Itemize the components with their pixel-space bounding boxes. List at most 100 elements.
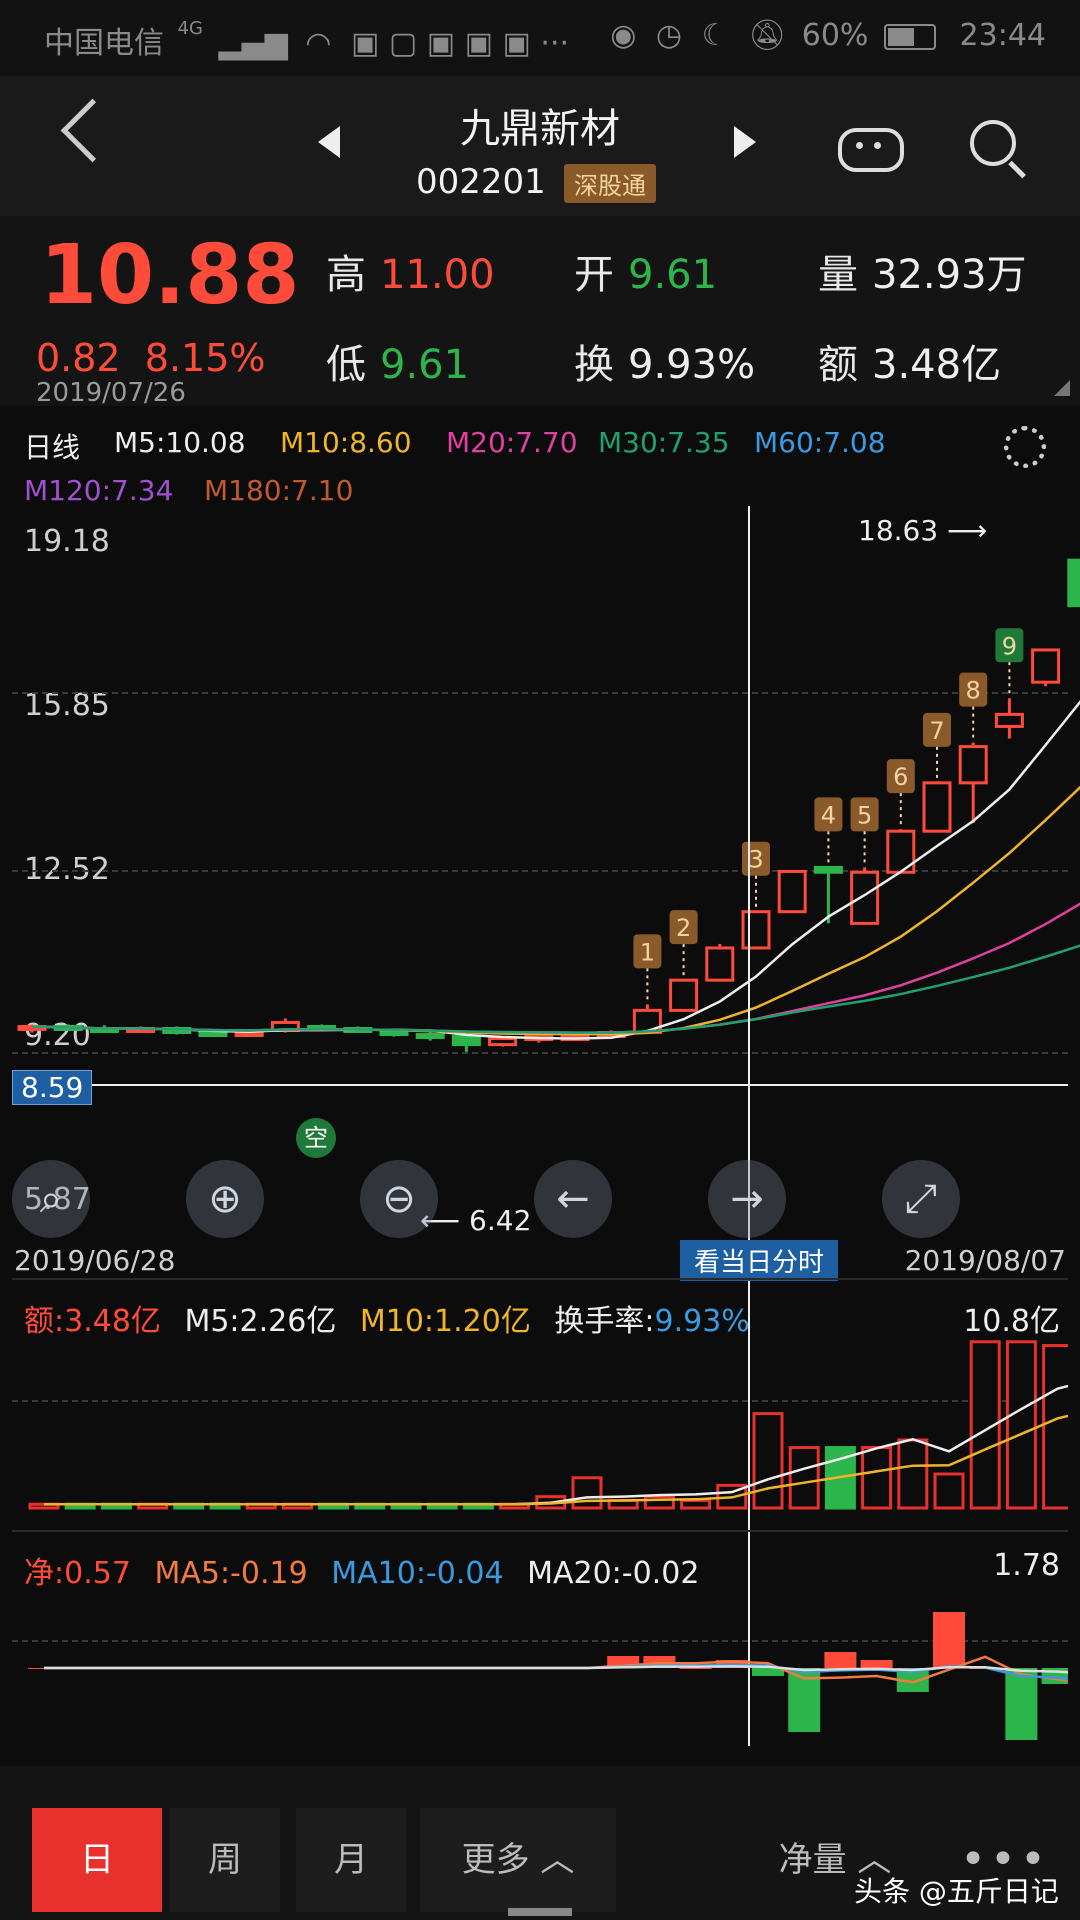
clock: 23:44 bbox=[959, 18, 1046, 53]
candle-body bbox=[451, 1035, 481, 1047]
signal-icon: ▂▄▆ bbox=[218, 26, 288, 61]
ma-label-3: M30:7.35 bbox=[598, 426, 730, 459]
high-label: 高 bbox=[326, 252, 366, 298]
stock-connect-badge[interactable]: 深股通 bbox=[564, 164, 656, 203]
chevron-up-icon: ︿ bbox=[540, 1840, 575, 1880]
candle-body bbox=[777, 869, 807, 914]
volume-bar bbox=[571, 1476, 603, 1510]
amount-value: 3.48亿 bbox=[872, 342, 1002, 388]
signal-marker: 7 bbox=[923, 712, 951, 779]
tab-week[interactable]: 周 bbox=[170, 1808, 280, 1912]
volume-bar bbox=[680, 1498, 712, 1510]
signal-marker: 2 bbox=[669, 910, 698, 977]
zoom-in-icon[interactable]: ⊕ bbox=[186, 1160, 264, 1238]
candle-body bbox=[813, 865, 843, 874]
signal-marker: 5 bbox=[850, 797, 879, 864]
zoom-out-icon[interactable]: ⊖ bbox=[360, 1160, 438, 1238]
watermark: 头条 @五斤日记 bbox=[854, 1875, 1059, 1908]
ma5-line bbox=[31, 700, 1080, 1040]
net-flow-panel: 净:0.57 MA5:-0.19 MA10:-0.04 MA20:-0.02 1… bbox=[12, 1530, 1068, 1762]
tab-month[interactable]: 月 bbox=[296, 1808, 406, 1912]
intraday-button[interactable]: 看当日分时 bbox=[680, 1240, 839, 1281]
tab-day[interactable]: 日 bbox=[32, 1808, 162, 1912]
net-flow-bar bbox=[679, 1668, 712, 1669]
app-icon: ▣ ▢ ▣ ▣ ▣ ··· bbox=[351, 26, 570, 61]
candle-body bbox=[850, 870, 880, 925]
svg-text:4: 4 bbox=[821, 801, 836, 829]
signal-marker: 3 bbox=[742, 841, 770, 908]
tab-more[interactable]: 更多 ︿ bbox=[420, 1808, 616, 1912]
stock-code: 002201 bbox=[416, 162, 546, 202]
robot-icon[interactable] bbox=[838, 128, 904, 172]
candle-body bbox=[1067, 558, 1080, 608]
svg-text:6: 6 bbox=[893, 763, 908, 791]
fullscreen-icon[interactable]: ⤢ bbox=[882, 1160, 960, 1238]
open-value: 9.61 bbox=[628, 252, 718, 298]
ma-label-0: M5:10.08 bbox=[114, 426, 246, 459]
candle-body bbox=[741, 910, 771, 950]
candle-body bbox=[958, 745, 988, 785]
moon-icon: ☾ bbox=[701, 18, 729, 53]
period-tab-bar: 日 周 月 更多 ︿ 净量 ︿ ••• 头条 @五斤日记 bbox=[0, 1766, 1080, 1920]
scroll-left-icon[interactable]: ← bbox=[534, 1160, 612, 1238]
volume-value: 32.93万 bbox=[872, 252, 1027, 298]
period-label: 日线 bbox=[24, 431, 81, 464]
date-start: 2019/06/28 bbox=[14, 1244, 176, 1277]
expand-corner-icon[interactable] bbox=[1054, 380, 1070, 396]
max-price-label: 18.63 ⟶ bbox=[858, 514, 987, 547]
flow-chart bbox=[28, 1612, 1068, 1740]
signal-marker: 8 bbox=[959, 672, 988, 739]
scroll-right-icon[interactable]: → bbox=[708, 1160, 786, 1238]
ma-label-2: M20:7.70 bbox=[446, 426, 578, 459]
carrier-label: 中国电信 bbox=[44, 26, 164, 61]
low-item: 低 9.61 bbox=[326, 332, 469, 390]
candle-body bbox=[234, 1031, 264, 1038]
candle-body bbox=[994, 712, 1024, 728]
ma-label-4: M60:7.08 bbox=[754, 426, 886, 459]
svg-text:3: 3 bbox=[748, 846, 763, 874]
svg-text:1: 1 bbox=[640, 938, 655, 966]
alarm-icon: ◷ bbox=[655, 18, 683, 53]
home-indicator bbox=[508, 1908, 572, 1916]
high-item: 高 11.00 bbox=[326, 242, 495, 300]
chart-area[interactable]: 日线 M5:10.08 M10:8.60 M20:7.70 M30:7.35 M60:7… bbox=[0, 406, 1080, 1766]
stock-header: 九鼎新材 002201 深股通 bbox=[0, 76, 1080, 216]
change-value: 0.82 bbox=[36, 336, 121, 380]
net-flow-bar bbox=[933, 1612, 965, 1668]
wifi-icon: ◠ bbox=[305, 26, 332, 61]
carrier-group: 中国电信 4G ▂▄▆ ◠ ▣ ▢ ▣ ▣ ▣ ··· bbox=[44, 18, 569, 62]
search-icon[interactable] bbox=[970, 120, 1026, 179]
net-flow-bar bbox=[824, 1652, 857, 1668]
price-change: 0.82 8.15% bbox=[36, 336, 266, 380]
candle-body bbox=[415, 1033, 445, 1040]
battery-icon bbox=[883, 23, 936, 50]
change-percent: 8.15% bbox=[144, 336, 266, 380]
signal-marker: 9 bbox=[995, 628, 1024, 695]
amount-label: 额 bbox=[818, 342, 858, 388]
candle-body bbox=[705, 946, 735, 982]
candle-body bbox=[922, 781, 952, 833]
mute-icon: 🔕︎ bbox=[748, 18, 787, 53]
quote-date: 2019/07/26 bbox=[36, 378, 186, 408]
arrow-right-icon: ⟶ bbox=[947, 514, 988, 547]
settings-gear-icon[interactable] bbox=[1004, 426, 1046, 468]
open-label: 开 bbox=[574, 252, 614, 298]
ma-label-1: M10:8.60 bbox=[280, 426, 412, 459]
tab-more-label: 更多 bbox=[461, 1840, 530, 1880]
kline-chart[interactable]: 12 3 4 56789 bbox=[0, 502, 1080, 1102]
turnover-label: 换 bbox=[574, 342, 614, 388]
volume-bar bbox=[752, 1412, 784, 1510]
candle-body bbox=[198, 1031, 228, 1038]
zoom-out-far-icon[interactable]: ⌕ bbox=[12, 1160, 90, 1238]
next-stock-icon[interactable] bbox=[734, 126, 756, 158]
max-price-value: 18.63 bbox=[858, 514, 939, 547]
svg-text:2: 2 bbox=[676, 914, 691, 942]
net-label: 净量 bbox=[778, 1840, 847, 1880]
turnover-item: 换 9.93% bbox=[574, 332, 755, 390]
low-value: 9.61 bbox=[380, 342, 470, 388]
status-bar: 中国电信 4G ▂▄▆ ◠ ▣ ▢ ▣ ▣ ▣ ··· ◉ ◷ ☾ 🔕︎ 60%… bbox=[0, 0, 1080, 76]
svg-text:5: 5 bbox=[857, 801, 872, 829]
volume-bar bbox=[1005, 1340, 1037, 1510]
volume-bar bbox=[897, 1438, 929, 1510]
svg-text:7: 7 bbox=[929, 717, 944, 745]
